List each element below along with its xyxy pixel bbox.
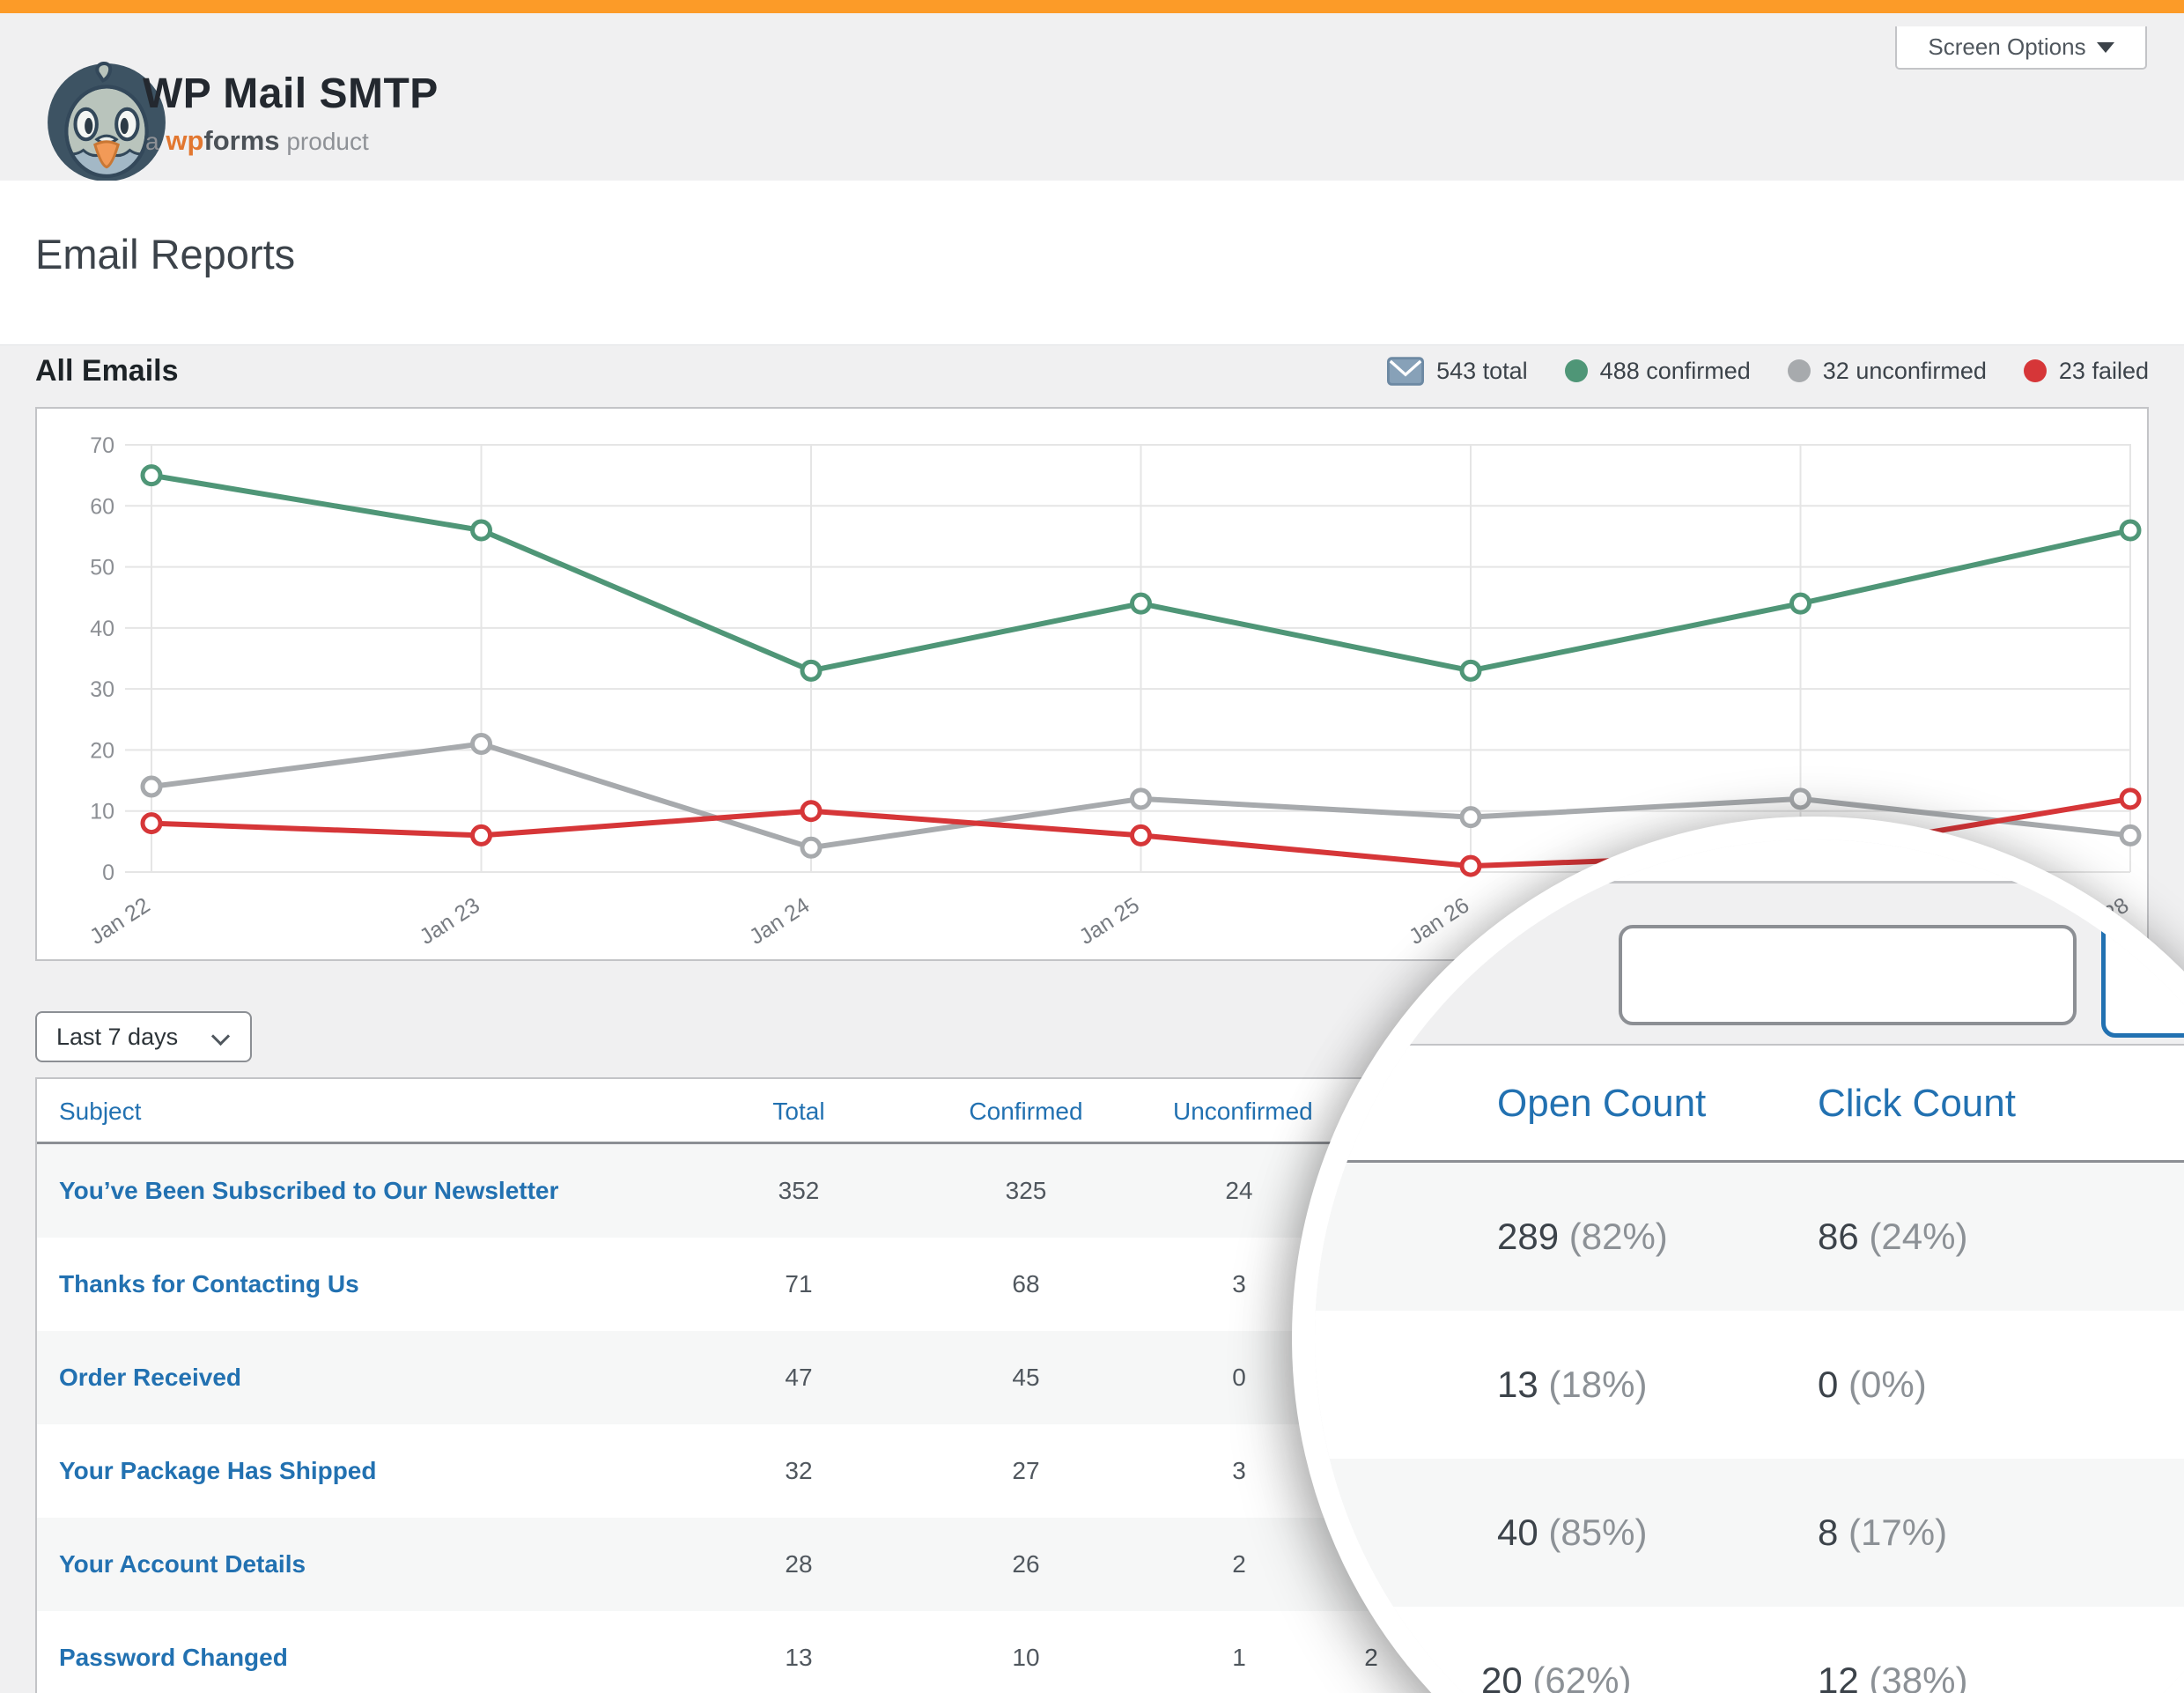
cell-confirmed: 10 bbox=[960, 1611, 1092, 1693]
confirmed-dot-icon bbox=[1565, 359, 1588, 382]
magnified-table-header: Open Count Click Count bbox=[1292, 1044, 2184, 1163]
subject-link[interactable]: Thanks for Contacting Us bbox=[59, 1270, 359, 1297]
envelope-icon bbox=[1387, 357, 1424, 386]
click-count-value: 86 bbox=[1818, 1216, 1859, 1257]
svg-text:30: 30 bbox=[90, 677, 114, 702]
subject-link[interactable]: Order Received bbox=[59, 1364, 241, 1391]
date-range-select[interactable]: Last 7 days bbox=[35, 1011, 252, 1062]
subject-link[interactable]: Your Package Has Shipped bbox=[59, 1457, 377, 1484]
cell-unconfirmed: 3 bbox=[1173, 1238, 1305, 1331]
subject-link[interactable]: Password Changed bbox=[59, 1644, 288, 1671]
cell-total: 13 bbox=[733, 1611, 865, 1693]
click-count-value: 12 bbox=[1818, 1660, 1859, 1693]
click-count-value: 0 bbox=[1818, 1364, 1838, 1405]
failed-dot-icon bbox=[2024, 359, 2047, 382]
svg-text:10: 10 bbox=[90, 800, 114, 824]
col-header-click-count[interactable]: Click Count bbox=[1818, 1046, 2016, 1162]
legend-item-failed: 23 failed bbox=[2024, 358, 2149, 385]
open-count-value: 289 bbox=[1497, 1216, 1559, 1257]
cell-unconfirmed: 3 bbox=[1173, 1424, 1305, 1518]
wpforms-brand-forms: forms bbox=[203, 125, 279, 156]
col-header-unconfirmed[interactable]: Unconfirmed bbox=[1173, 1079, 1305, 1144]
svg-text:Jan 23: Jan 23 bbox=[416, 893, 484, 950]
svg-text:Jan 22: Jan 22 bbox=[85, 893, 154, 950]
legend-label-failed: 23 failed bbox=[2059, 358, 2149, 385]
app-header: WP Mail SMTP a wpforms product Screen Op… bbox=[0, 13, 2184, 181]
page-title: Email Reports bbox=[35, 230, 295, 278]
col-header-confirmed[interactable]: Confirmed bbox=[960, 1079, 1092, 1144]
magnified-row: 13 (18%) 0 (0%) bbox=[1292, 1311, 2184, 1459]
open-count-value: 40 bbox=[1497, 1512, 1538, 1553]
magnified-row: 40 (85%) 8 (17%) bbox=[1292, 1459, 2184, 1607]
byline: a wpforms product bbox=[145, 125, 369, 157]
magnifier-lens: Open Count Click Count 289 (82%) 86 (24%… bbox=[1292, 817, 2184, 1693]
svg-text:70: 70 bbox=[90, 433, 114, 458]
search-button[interactable] bbox=[2101, 837, 2184, 1038]
svg-text:0: 0 bbox=[102, 861, 114, 885]
all-emails-heading: All Emails bbox=[35, 354, 179, 388]
subject-link[interactable]: Your Account Details bbox=[59, 1550, 306, 1578]
open-count-pct: (62%) bbox=[1532, 1660, 1631, 1693]
cell-confirmed: 45 bbox=[960, 1331, 1092, 1424]
open-count-pct: (82%) bbox=[1569, 1216, 1668, 1257]
click-count-pct: (38%) bbox=[1869, 1660, 1967, 1693]
open-count-pct: (85%) bbox=[1548, 1512, 1647, 1553]
legend-label-confirmed: 488 confirmed bbox=[1600, 358, 1751, 385]
screen-options-button[interactable]: Screen Options bbox=[1895, 26, 2147, 70]
search-input[interactable] bbox=[1619, 925, 2077, 1025]
magnifier-lens-content: Open Count Click Count 289 (82%) 86 (24%… bbox=[1292, 817, 2184, 1693]
col-header-total[interactable]: Total bbox=[733, 1079, 865, 1144]
cell-total: 28 bbox=[733, 1518, 865, 1611]
svg-text:40: 40 bbox=[90, 617, 114, 641]
chevron-down-icon bbox=[2097, 42, 2114, 53]
cell-total: 32 bbox=[733, 1424, 865, 1518]
section-head: All Emails bbox=[35, 345, 179, 396]
open-count-value: 13 bbox=[1497, 1364, 1538, 1405]
legend-item-confirmed: 488 confirmed bbox=[1565, 358, 1751, 385]
app-title: WP Mail SMTP bbox=[143, 70, 439, 118]
screen-options-label: Screen Options bbox=[1928, 33, 2085, 61]
click-count-pct: (24%) bbox=[1869, 1216, 1967, 1257]
cell-confirmed: 68 bbox=[960, 1238, 1092, 1331]
svg-text:Jan 24: Jan 24 bbox=[745, 892, 814, 949]
cell-confirmed: 26 bbox=[960, 1518, 1092, 1611]
chevron-down-icon bbox=[211, 1027, 230, 1046]
subject-link[interactable]: You’ve Been Subscribed to Our Newsletter bbox=[59, 1177, 558, 1204]
svg-text:50: 50 bbox=[90, 556, 114, 580]
legend-label-unconfirmed: 32 unconfirmed bbox=[1823, 358, 1987, 385]
date-range-selected-value: Last 7 days bbox=[56, 1024, 178, 1051]
cell-confirmed: 325 bbox=[960, 1144, 1092, 1238]
svg-text:Jan 25: Jan 25 bbox=[1075, 893, 1144, 950]
byline-product: product bbox=[286, 128, 368, 155]
click-count-value: 8 bbox=[1818, 1512, 1838, 1553]
unconfirmed-dot-icon bbox=[1788, 359, 1811, 382]
col-header-subject[interactable]: Subject bbox=[59, 1079, 141, 1144]
stats-legend: 543 total 488 confirmed 32 unconfirmed 2… bbox=[1387, 345, 2149, 396]
open-count-pct: (18%) bbox=[1548, 1364, 1647, 1405]
page-title-band: Email Reports bbox=[0, 181, 2184, 345]
cell-confirmed: 27 bbox=[960, 1424, 1092, 1518]
cell-total: 71 bbox=[733, 1238, 865, 1331]
cell-unconfirmed: 24 bbox=[1173, 1144, 1305, 1238]
cell-unconfirmed: 2 bbox=[1173, 1518, 1305, 1611]
cell-total: 47 bbox=[733, 1331, 865, 1424]
byline-a: a bbox=[145, 128, 159, 155]
svg-text:20: 20 bbox=[90, 738, 114, 763]
cell-total: 352 bbox=[733, 1144, 865, 1238]
svg-text:60: 60 bbox=[90, 494, 114, 519]
legend-item-unconfirmed: 32 unconfirmed bbox=[1788, 358, 1987, 385]
legend-item-total: 543 total bbox=[1387, 357, 1528, 386]
legend-label-total: 543 total bbox=[1436, 358, 1528, 385]
cell-unconfirmed: 1 bbox=[1173, 1611, 1305, 1693]
click-count-pct: (0%) bbox=[1848, 1364, 1927, 1405]
magnified-row: 289 (82%) 86 (24%) bbox=[1292, 1163, 2184, 1311]
cell-unconfirmed: 0 bbox=[1173, 1331, 1305, 1424]
wpforms-brand-wp: wp bbox=[166, 125, 203, 156]
open-count-value: 20 bbox=[1481, 1660, 1523, 1693]
magnified-row: 20 (62%) 12 (38%) bbox=[1292, 1607, 2184, 1693]
col-header-open-count[interactable]: Open Count bbox=[1497, 1046, 1706, 1162]
top-orange-bar bbox=[0, 0, 2184, 13]
click-count-pct: (17%) bbox=[1848, 1512, 1947, 1553]
